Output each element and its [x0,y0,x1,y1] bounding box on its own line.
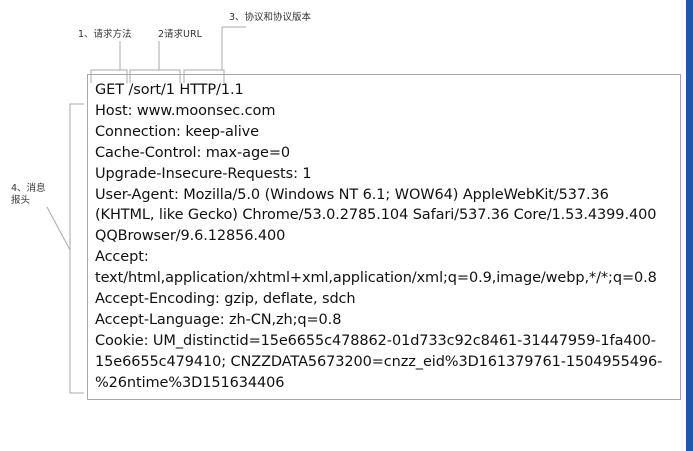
header-accept-value: text/html,application/xhtml+xml,applicat… [95,270,657,287]
connector-headers [46,206,71,251]
header-user-agent: User-Agent: Mozilla/5.0 (Windows NT 6.1;… [95,186,609,203]
header-cookie-cont-1: 15e6655c479410; CNZZDATA5673200=cnzz_eid… [95,353,663,370]
connector-protocol [221,26,246,70]
header-host: Host: www.moonsec.com [95,102,276,119]
header-upgrade-insecure-requests: Upgrade-Insecure-Requests: 1 [95,165,312,182]
bracket-headers [69,103,84,394]
header-user-agent-cont-1: (KHTML, like Gecko) Chrome/53.0.2785.104… [95,207,657,224]
header-cookie: Cookie: UM_distinctid=15e6655c478862-01d… [95,332,656,349]
header-connection: Connection: keep-alive [95,123,259,140]
header-user-agent-cont-2: QQBrowser/9.6.12856.400 [95,228,286,245]
header-accept-encoding: Accept-Encoding: gzip, deflate, sdch [95,291,356,308]
header-cookie-cont-2: %26ntime%3D151634406 [95,374,285,391]
header-accept-language: Accept-Language: zh-CN,zh;q=0.8 [95,311,342,328]
header-accept: Accept: [95,249,149,266]
request-line: GET /sort/1 HTTP/1.1 [95,82,244,98]
header-cache-control: Cache-Control: max-age=0 [95,144,291,161]
http-request-box: GET /sort/1 HTTP/1.1 Host: www.moonsec.c… [87,74,681,400]
